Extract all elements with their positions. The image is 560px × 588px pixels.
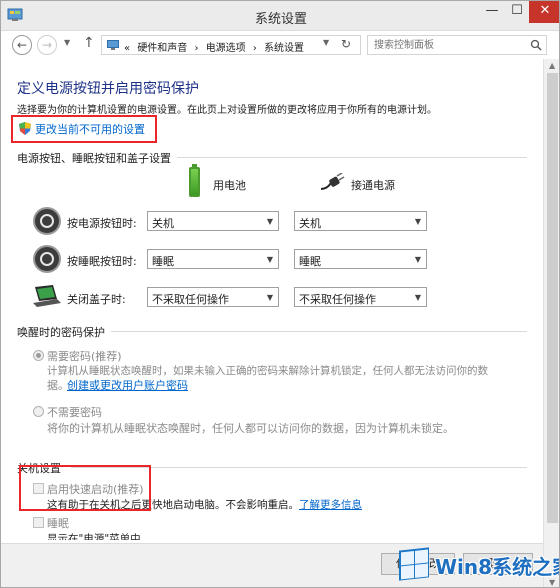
vertical-scrollbar[interactable]: ▲ ▼ — [543, 59, 559, 587]
power-button-icon — [33, 207, 61, 235]
breadcrumb[interactable]: « 硬件和声音 › 电源选项 › 系统设置 — [124, 39, 308, 54]
close-button[interactable]: ✕ — [529, 1, 559, 23]
minimize-button[interactable]: — — [479, 1, 505, 23]
breadcrumb-separator[interactable]: › — [195, 43, 199, 54]
breadcrumb-system-settings[interactable]: 系统设置 — [264, 43, 304, 54]
scroll-up-arrow-icon[interactable]: ▲ — [549, 61, 555, 70]
power-button-plugged-select[interactable]: 关机 ▼ — [294, 211, 427, 231]
settings-content: 定义电源按钮并启用密码保护 选择要为你的计算机设置的电源设置。在此页上对设置所做… — [1, 59, 543, 587]
no-password-radio[interactable] — [33, 406, 44, 417]
maximize-button[interactable]: ☐ — [505, 1, 529, 23]
select-value: 关机 — [152, 217, 174, 230]
require-password-description: 计算机从睡眠状态唤醒时，如果未输入正确的密码来解除计算机锁定，任何人都无法访问你… — [47, 365, 488, 377]
chevron-down-icon: ▼ — [266, 293, 273, 302]
chevron-down-icon: ▼ — [414, 293, 421, 302]
address-bar[interactable]: « 硬件和声音 › 电源选项 › 系统设置 — [101, 35, 361, 55]
search-icon[interactable] — [530, 39, 542, 51]
breadcrumb-separator[interactable]: › — [253, 43, 257, 54]
scroll-thumb[interactable] — [547, 73, 558, 523]
breadcrumb-hardware-sound[interactable]: 硬件和声音 — [137, 43, 187, 54]
close-lid-label: 关闭盖子时: — [67, 293, 126, 306]
sleep-button-battery-select[interactable]: 睡眠 ▼ — [147, 249, 279, 269]
control-panel-small-icon — [107, 40, 119, 50]
select-value: 睡眠 — [299, 255, 321, 268]
refresh-icon[interactable]: ↻ — [341, 37, 351, 51]
laptop-lid-icon — [33, 285, 61, 307]
watermark-text: Win8系统之家 — [435, 555, 560, 579]
power-buttons-heading: 电源按钮、睡眠按钮和盖子设置 — [17, 152, 171, 165]
watermark: Win8系统之家 — [393, 543, 560, 587]
select-value: 睡眠 — [152, 255, 174, 268]
no-password-description: 将你的计算机从睡眠状态唤醒时，任何人都可以访问你的数据，因为计算机未锁定。 — [47, 422, 454, 435]
sleep-description: 显示在"电源"菜单中。 — [47, 533, 152, 540]
title-bar: 系统设置 — ☐ ✕ — [1, 1, 559, 31]
navigation-bar: ← → ▼ ↑ « 硬件和声音 › 电源选项 › 系统设置 ▼ ↻ — [1, 31, 559, 59]
section-divider — [111, 331, 527, 332]
require-password-radio[interactable] — [33, 350, 44, 361]
close-lid-battery-select[interactable]: 不采取任何操作 ▼ — [147, 287, 279, 307]
battery-icon — [189, 167, 200, 197]
select-value: 不采取任何操作 — [299, 293, 376, 306]
sleep-button-label: 按睡眠按钮时: — [67, 255, 137, 268]
window-title: 系统设置 — [254, 12, 307, 27]
highlight-box-change-settings — [11, 115, 157, 143]
chevron-down-icon: ▼ — [414, 255, 421, 264]
recent-pages-chevron-icon[interactable]: ▼ — [64, 38, 70, 47]
breadcrumb-power-options[interactable]: 电源选项 — [206, 43, 246, 54]
section-divider — [177, 157, 527, 158]
sleep-button-plugged-select[interactable]: 睡眠 ▼ — [294, 249, 427, 269]
windows-logo-icon — [399, 547, 429, 581]
chevron-down-icon: ▼ — [266, 255, 273, 264]
column-battery: 用电池 — [213, 179, 246, 192]
no-password-label: 不需要密码 — [47, 406, 102, 419]
back-arrow-icon[interactable]: ← — [12, 35, 32, 55]
column-plugged-in: 接通电源 — [351, 179, 395, 192]
user-account-password-link[interactable]: 创建或更改用户账户密码 — [67, 377, 188, 393]
system-settings-window: 系统设置 — ☐ ✕ ← → ▼ ↑ « 硬件和声音 › 电源选项 › 系统设置… — [0, 0, 560, 588]
sleep-button-icon — [33, 245, 61, 273]
breadcrumb-overflow[interactable]: « — [124, 43, 130, 54]
highlight-box-fast-startup — [19, 465, 151, 511]
require-password-label: 需要密码(推荐) — [47, 350, 122, 363]
address-dropdown-chevron-icon[interactable]: ▼ — [323, 38, 329, 47]
wake-password-heading: 唤醒时的密码保护 — [17, 326, 105, 339]
close-lid-plugged-select[interactable]: 不采取任何操作 ▼ — [294, 287, 427, 307]
search-input[interactable] — [368, 36, 528, 54]
select-value: 关机 — [299, 217, 321, 230]
chevron-down-icon: ▼ — [414, 217, 421, 226]
require-password-description-cont: 据。 — [47, 379, 69, 392]
sleep-checkbox[interactable] — [33, 517, 44, 528]
select-value: 不采取任何操作 — [152, 293, 229, 306]
search-box[interactable] — [367, 35, 547, 55]
power-button-battery-select[interactable]: 关机 ▼ — [147, 211, 279, 231]
page-description: 选择要为你的计算机设置的电源设置。在此页上对设置所做的更改将应用于你所有的电源计… — [17, 105, 437, 116]
learn-more-link[interactable]: 了解更多信息 — [299, 497, 362, 512]
forward-arrow-icon[interactable]: → — [37, 35, 57, 55]
page-title: 定义电源按钮并启用密码保护 — [17, 81, 199, 97]
power-plug-icon — [320, 173, 345, 190]
up-arrow-icon[interactable]: ↑ — [83, 35, 95, 51]
chevron-down-icon: ▼ — [266, 217, 273, 226]
sleep-label: 睡眠 — [47, 517, 69, 530]
power-button-label: 按电源按钮时: — [67, 217, 137, 230]
